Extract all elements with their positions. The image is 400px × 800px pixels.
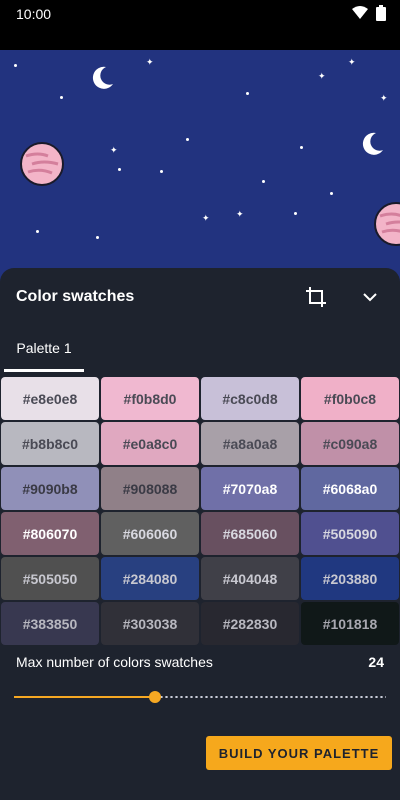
star-dot bbox=[60, 96, 63, 99]
color-swatch[interactable]: #f0b0c8 bbox=[301, 377, 399, 420]
tab-indicator bbox=[4, 369, 84, 372]
star-dot bbox=[96, 236, 99, 239]
color-swatch[interactable]: #505050 bbox=[1, 557, 99, 600]
star-dot bbox=[262, 180, 265, 183]
night-sky-wallpaper: ✦ ✦ ✦ ✦ ✦ ✦ ✦ bbox=[0, 50, 400, 300]
color-swatch[interactable]: #908088 bbox=[101, 467, 199, 510]
color-swatch[interactable]: #303038 bbox=[101, 602, 199, 645]
max-colors-slider[interactable] bbox=[14, 690, 386, 704]
planet-icon bbox=[20, 142, 64, 186]
swatch-grid: #e8e0e8 #f0b8d0 #c8c0d8 #f0b0c8 #b8b8c0 #e0a8… bbox=[0, 376, 400, 646]
star-icon: ✦ bbox=[318, 71, 326, 81]
color-swatch[interactable]: #101818 bbox=[301, 602, 399, 645]
star-dot bbox=[36, 230, 39, 233]
wifi-icon bbox=[352, 5, 368, 23]
star-icon: ✦ bbox=[348, 57, 356, 67]
star-icon: ✦ bbox=[236, 209, 244, 219]
bottom-sheet: Color swatches Palette 1 #e8e0e8 #f0b8d0 #… bbox=[0, 268, 400, 800]
planet-icon bbox=[374, 202, 400, 246]
star-dot bbox=[246, 92, 249, 95]
color-swatch[interactable]: #203880 bbox=[301, 557, 399, 600]
color-swatch[interactable]: #505090 bbox=[301, 512, 399, 555]
star-dot bbox=[160, 170, 163, 173]
color-swatch[interactable]: #685060 bbox=[201, 512, 299, 555]
slider-thumb[interactable] bbox=[149, 691, 162, 703]
battery-icon bbox=[376, 4, 386, 24]
color-swatch[interactable]: #383850 bbox=[1, 602, 99, 645]
build-palette-button[interactable]: BUILD YOUR PALETTE bbox=[206, 736, 392, 770]
color-swatch[interactable]: #284080 bbox=[101, 557, 199, 600]
star-dot bbox=[118, 168, 121, 171]
color-swatch[interactable]: #806070 bbox=[1, 512, 99, 555]
star-icon: ✦ bbox=[110, 145, 118, 155]
chevron-down-icon[interactable] bbox=[356, 283, 384, 311]
max-colors-label: Max number of colors swatches bbox=[16, 654, 213, 670]
crescent-moon-icon bbox=[362, 132, 383, 155]
color-swatch[interactable]: #e8e0e8 bbox=[1, 377, 99, 420]
slider-fill bbox=[14, 696, 156, 698]
max-colors-value: 24 bbox=[368, 654, 384, 670]
crop-icon[interactable] bbox=[302, 283, 330, 311]
star-dot bbox=[186, 138, 189, 141]
color-swatch[interactable]: #e0a8c0 bbox=[101, 422, 199, 465]
sheet-header: Color swatches bbox=[0, 268, 400, 326]
sheet-title: Color swatches bbox=[16, 288, 135, 305]
star-dot bbox=[300, 146, 303, 149]
color-swatch[interactable]: #9090b8 bbox=[1, 467, 99, 510]
color-swatch[interactable]: #f0b8d0 bbox=[101, 377, 199, 420]
color-swatch[interactable]: #c8c0d8 bbox=[201, 377, 299, 420]
status-time: 10:00 bbox=[16, 6, 52, 22]
star-icon: ✦ bbox=[202, 213, 210, 223]
color-swatch[interactable]: #606060 bbox=[101, 512, 199, 555]
color-swatch[interactable]: #c090a8 bbox=[301, 422, 399, 465]
crescent-moon-icon bbox=[92, 66, 113, 89]
color-swatch[interactable]: #6068a0 bbox=[301, 467, 399, 510]
color-swatch[interactable]: #282830 bbox=[201, 602, 299, 645]
star-dot bbox=[294, 212, 297, 215]
star-icon: ✦ bbox=[146, 57, 154, 67]
star-icon: ✦ bbox=[380, 93, 388, 103]
star-dot bbox=[330, 192, 333, 195]
color-swatch[interactable]: #b8b8c0 bbox=[1, 422, 99, 465]
status-bar: 10:00 bbox=[0, 0, 400, 28]
color-swatch[interactable]: #404048 bbox=[201, 557, 299, 600]
color-swatch[interactable]: #7070a8 bbox=[201, 467, 299, 510]
star-dot bbox=[14, 64, 17, 67]
color-swatch[interactable]: #a8a0a8 bbox=[201, 422, 299, 465]
